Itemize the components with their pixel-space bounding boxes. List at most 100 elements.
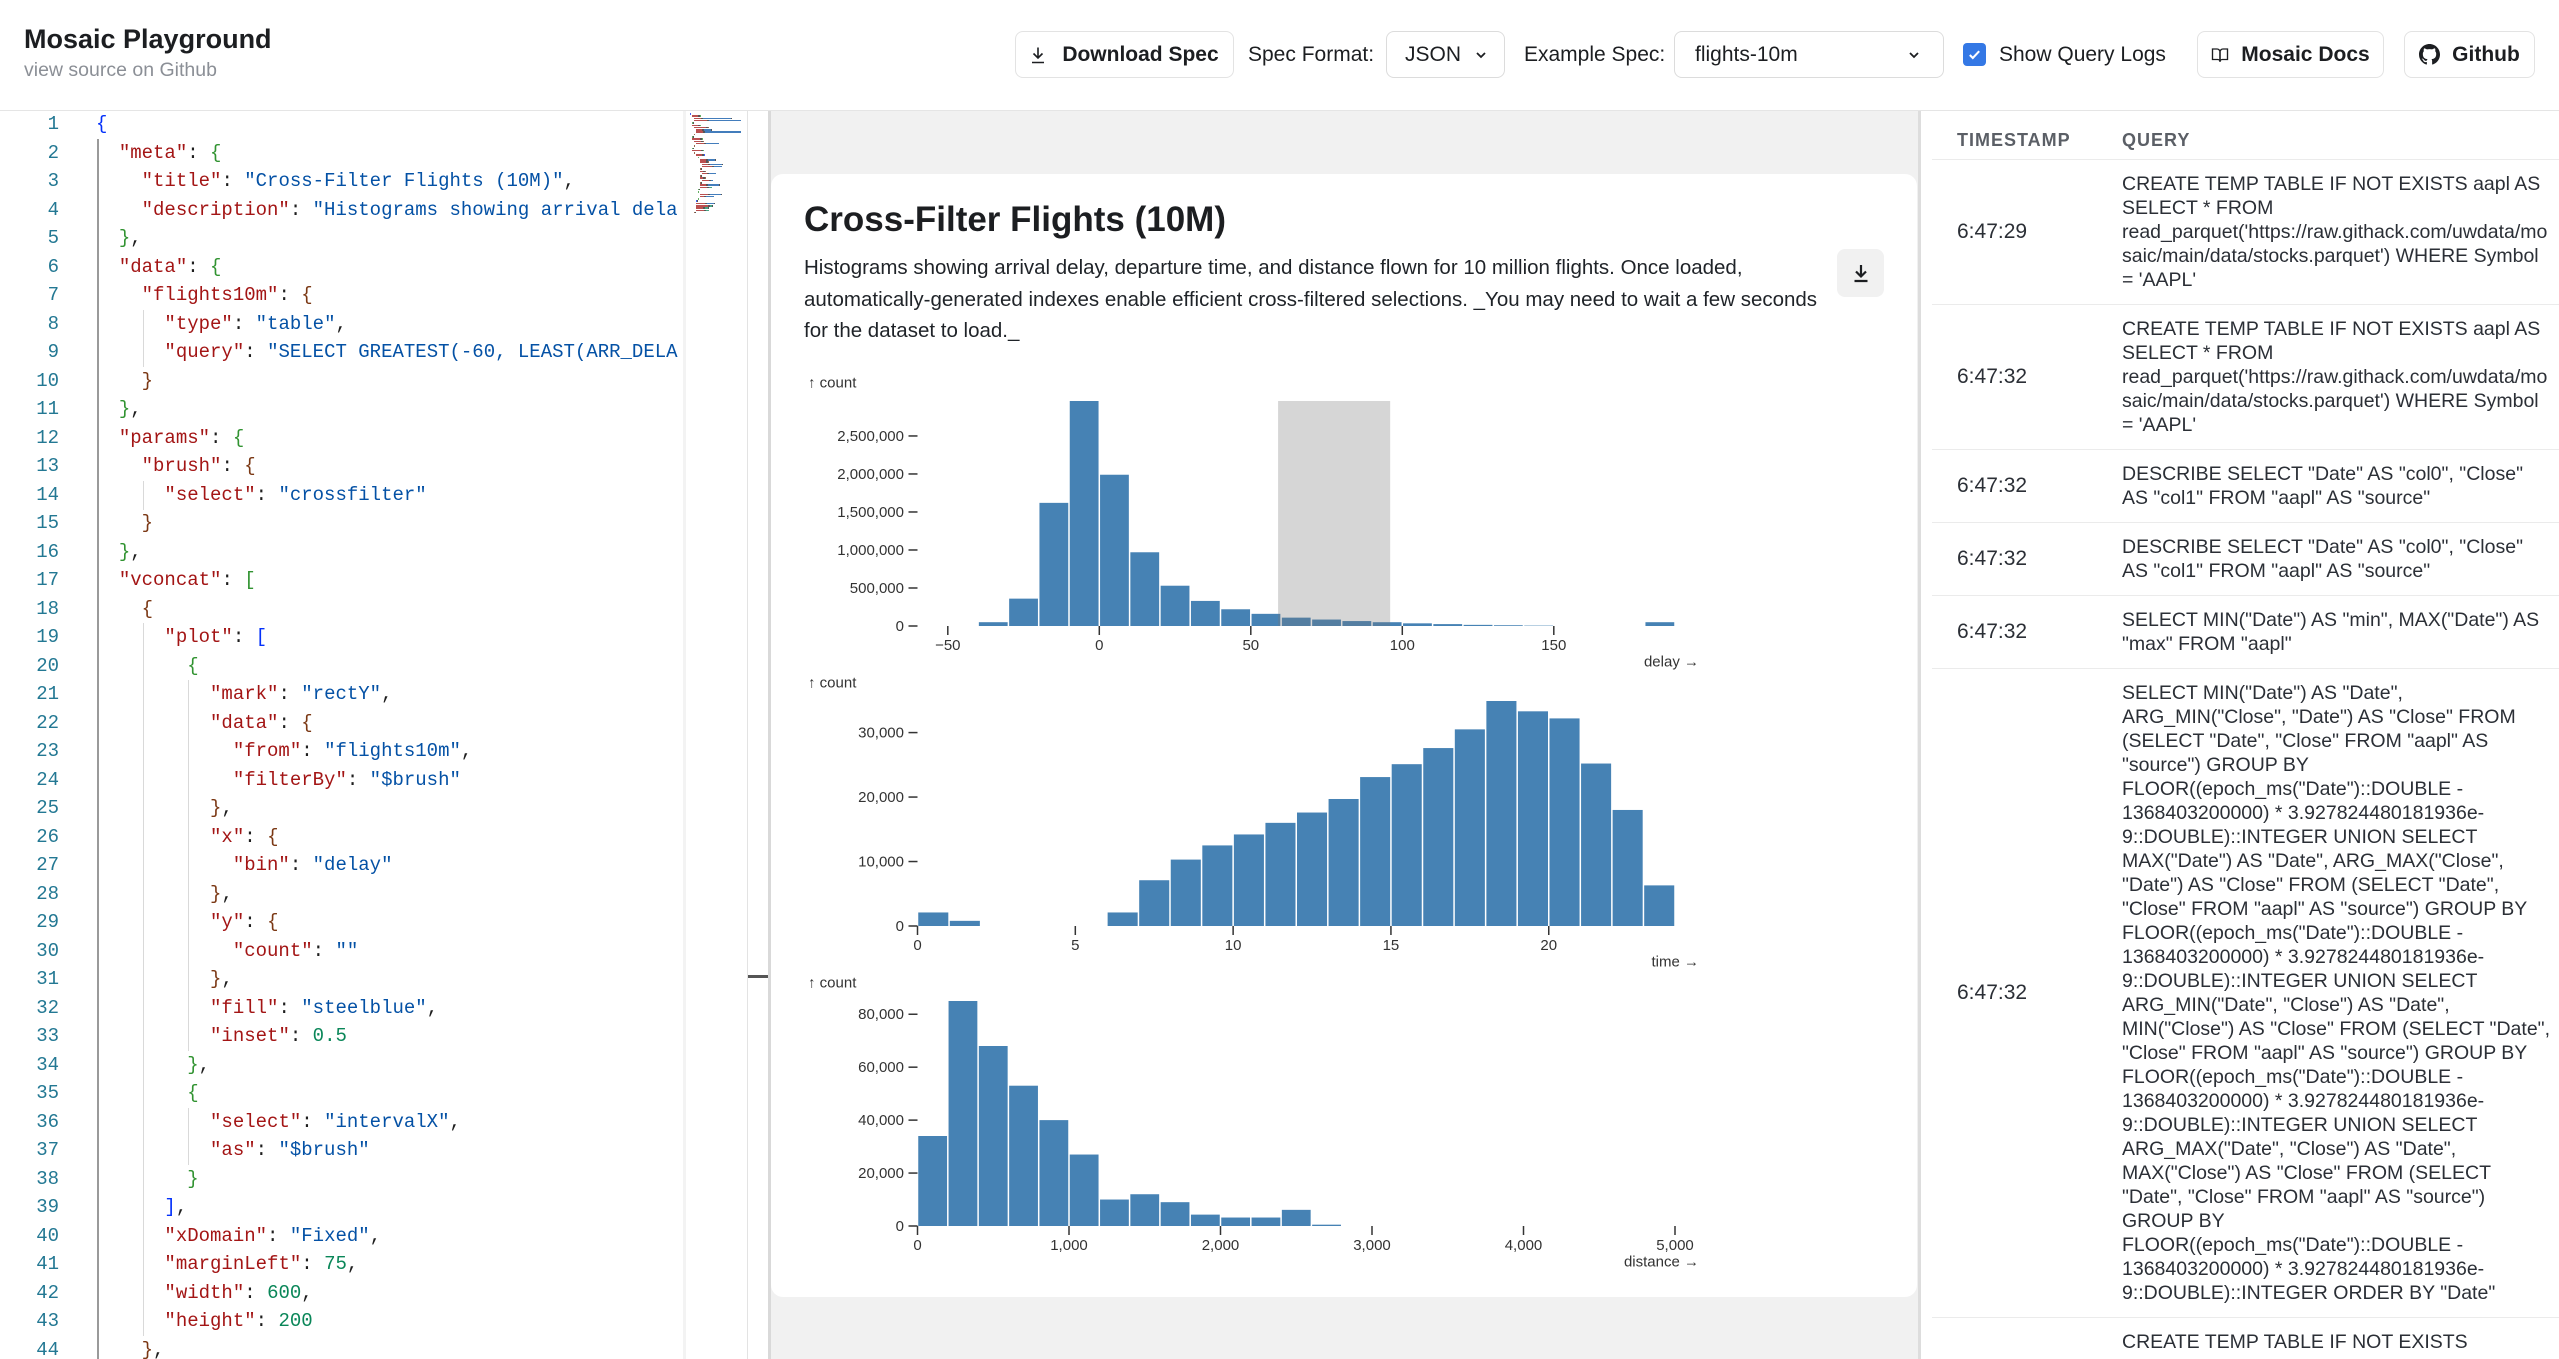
json-key: "select" [164, 483, 256, 506]
code-line[interactable]: "x": { [96, 823, 278, 852]
spec-format-select[interactable]: JSON [1386, 31, 1505, 78]
query-log-row[interactable]: 6:47:32 DESCRIBE SELECT "Date" AS "col0"… [1932, 450, 2559, 523]
code-line[interactable]: "data": { [96, 253, 222, 282]
distance-histogram[interactable]: 0 20,000 40,000 60,000 80,000 0 1,000 2,000 3,00… [805, 971, 1705, 1271]
code-line[interactable]: "flights10m": { [96, 281, 313, 310]
minimap-token [696, 209, 704, 212]
code-line[interactable]: }, [96, 794, 233, 823]
code-line[interactable]: "marginLeft": 75, [96, 1250, 358, 1279]
code-line[interactable]: "brush": { [96, 452, 256, 481]
code-line[interactable]: } [96, 1165, 198, 1194]
code-line[interactable]: "filterBy": "$brush" [96, 766, 461, 795]
query-log-row[interactable]: 6:47:32 SELECT MIN("Date") AS "Date", AR… [1932, 669, 2559, 1318]
code-line[interactable]: "description": "Histograms showing arriv… [96, 196, 678, 225]
code-line[interactable]: "xDomain": "Fixed", [96, 1222, 381, 1251]
code-line[interactable]: "mark": "rectY", [96, 680, 392, 709]
brush-selection[interactable] [1278, 401, 1391, 626]
line-number: 29 [36, 911, 59, 933]
code-line[interactable]: { [96, 595, 153, 624]
code-line[interactable]: "fill": "steelblue", [96, 994, 438, 1023]
json-key: "type" [164, 312, 233, 335]
code-line[interactable]: }, [96, 1336, 165, 1359]
y-tick-label: 10,000 [858, 853, 904, 870]
json-string: "Histograms showing arrival dela [312, 198, 678, 221]
checkmark-icon [1969, 50, 1980, 60]
code-line[interactable]: "title": "Cross-Filter Flights (10M)", [96, 167, 575, 196]
query-log-row[interactable]: 6:47:32 DESCRIBE SELECT "Date" AS "col0"… [1932, 523, 2559, 596]
code-line[interactable]: } [96, 367, 153, 396]
mosaic-docs-label: Mosaic Docs [2241, 42, 2370, 66]
code-line[interactable]: "meta": { [96, 139, 222, 168]
delay-histogram[interactable]: 0 500,000 1,000,000 1,500,000 2,000,000 2,500… [805, 371, 1705, 671]
show-query-logs-checkbox[interactable] [1963, 43, 1986, 66]
minimap-token [695, 211, 696, 214]
show-query-logs-label[interactable]: Show Query Logs [1999, 31, 2166, 78]
code-line[interactable]: "from": "flights10m", [96, 737, 472, 766]
code-line[interactable]: "query": "SELECT GREATEST(-60, LEAST(ARR… [96, 338, 677, 367]
minimap-token [694, 133, 695, 136]
code-line[interactable]: "type": "table", [96, 310, 346, 339]
code-line[interactable]: "plot": [ [96, 623, 267, 652]
json-key: "meta" [118, 141, 188, 164]
code-line[interactable]: "height": 200 [96, 1307, 312, 1336]
example-spec-select[interactable]: flights-10m [1674, 31, 1944, 78]
code-line[interactable]: }, [96, 395, 142, 424]
code-line[interactable]: { [96, 1079, 198, 1108]
download-spec-button[interactable]: Download Spec [1015, 31, 1234, 78]
json-punct [96, 170, 142, 192]
code-line[interactable]: "inset": 0.5 [96, 1022, 347, 1051]
json-punct: : [187, 255, 211, 278]
code-line[interactable]: "select": "crossfilter" [96, 481, 426, 510]
minimap-token [708, 159, 715, 161]
query-log-row[interactable]: 6:47:32 CREATE TEMP TABLE IF NOT EXISTS … [1932, 305, 2559, 450]
code-line[interactable]: { [96, 111, 107, 139]
json-string: "steelblue" [301, 996, 427, 1019]
query-log-row[interactable]: 6:47:32 SELECT MIN("Date") AS "min", MAX… [1932, 596, 2559, 669]
code-line[interactable]: "vconcat": [ [96, 566, 256, 595]
query-log-panel[interactable]: TIMESTAMP QUERY 6:47:29 CREATE TEMP TABL… [1918, 111, 2559, 1359]
x-tick-label: 1,000 [1050, 1237, 1088, 1254]
timestamp-column-header: TIMESTAMP [1957, 130, 2071, 150]
line-number: 1 [47, 113, 59, 135]
code-line[interactable]: }, [96, 880, 233, 909]
view-source-link[interactable]: view source on Github [24, 58, 217, 82]
code-line[interactable]: "width": 600, [96, 1279, 312, 1308]
x-tick-label: 0 [1095, 637, 1103, 654]
json-punct [96, 826, 210, 848]
code-line[interactable]: "select": "intervalX", [96, 1108, 461, 1137]
code-line[interactable]: { [96, 652, 198, 681]
github-button[interactable]: Github [2404, 31, 2535, 78]
histogram-bar [1039, 1120, 1069, 1226]
code-line[interactable]: "count": "" [96, 937, 358, 966]
minimap-token [693, 136, 694, 138]
json-punct: : [278, 996, 302, 1019]
code-line[interactable]: "data": { [96, 709, 313, 738]
json-punct [96, 1196, 164, 1218]
json-key: "count" [232, 939, 313, 962]
json-punct: , [563, 170, 575, 192]
x-tick-label: 5,000 [1656, 1237, 1694, 1254]
code-line[interactable]: ], [96, 1193, 187, 1222]
code-line[interactable]: "bin": "delay" [96, 851, 393, 880]
time-histogram[interactable]: 0 10,000 20,000 30,000 0 5 10 15 20 ↑ count time → [805, 671, 1705, 971]
mosaic-docs-button[interactable]: Mosaic Docs [2197, 31, 2384, 78]
query-log-row[interactable]: 6:47:29 CREATE TEMP TABLE IF NOT EXISTS … [1932, 160, 2559, 305]
code-line[interactable]: }, [96, 224, 142, 253]
json-punct: , [221, 968, 233, 990]
code-line[interactable]: }, [96, 965, 233, 994]
code-line[interactable]: "as": "$brush" [96, 1136, 370, 1165]
code-line[interactable]: }, [96, 1051, 210, 1080]
code-line[interactable]: }, [96, 538, 142, 567]
json-key: "width" [164, 1281, 245, 1304]
query-timestamp: 6:47:32 [1957, 981, 2028, 1004]
editor-scrollbar[interactable] [747, 111, 768, 1359]
minimap[interactable] [683, 111, 747, 1359]
code-editor[interactable]: 1{2 "meta": {3 "title": "Cross-Filter Fl… [0, 111, 683, 1359]
download-chart-button[interactable] [1837, 249, 1884, 297]
query-log-row[interactable]: CREATE TEMP TABLE IF NOT EXISTS [1932, 1318, 2559, 1359]
code-line[interactable]: "y": { [96, 908, 278, 937]
code-line[interactable]: } [96, 509, 153, 538]
json-punct [96, 1139, 210, 1161]
histogram-bar [1221, 1217, 1251, 1226]
code-line[interactable]: "params": { [96, 424, 244, 453]
